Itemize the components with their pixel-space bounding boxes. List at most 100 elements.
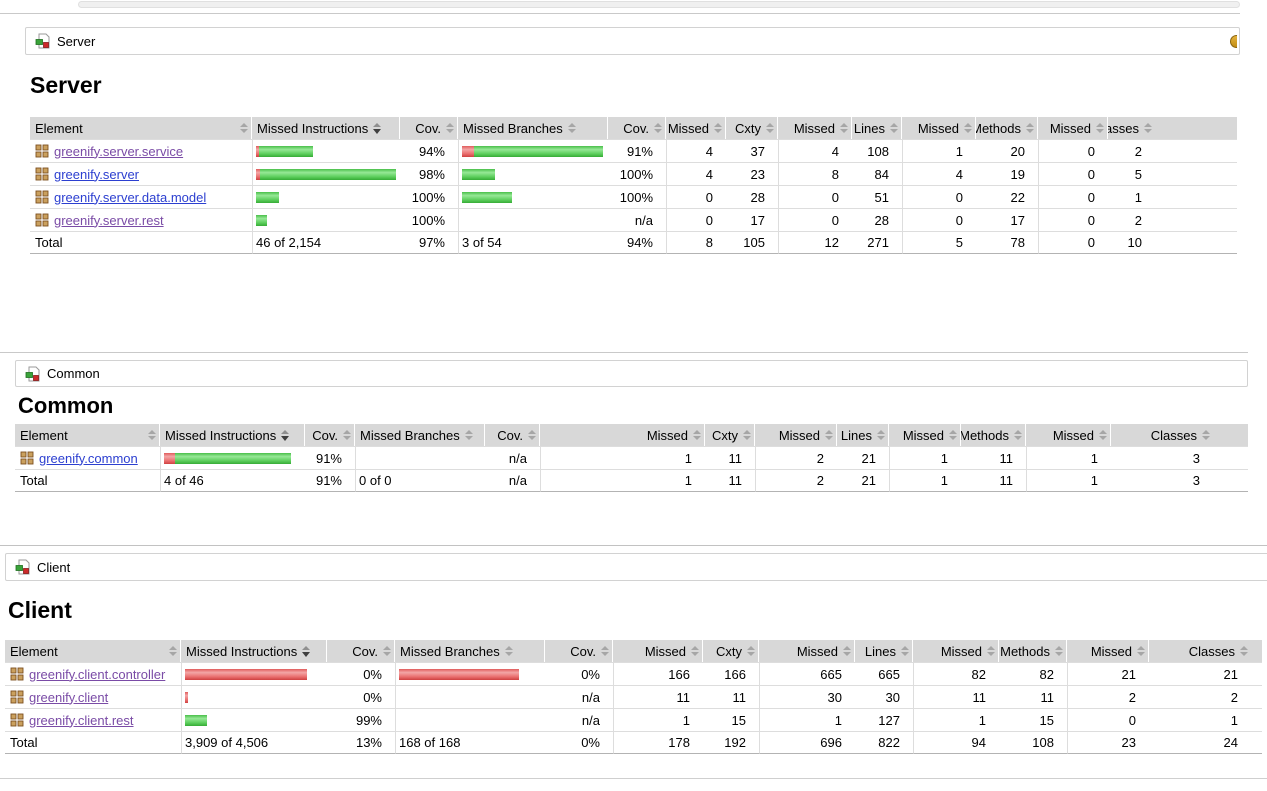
element-cell: greenify.common bbox=[15, 446, 160, 469]
column-header-cxty-6[interactable]: Cxty bbox=[703, 640, 759, 662]
missed-branches-bar bbox=[458, 208, 608, 231]
sort-icon bbox=[825, 430, 833, 440]
column-header-cxty-6[interactable]: Cxty bbox=[705, 424, 755, 446]
column-header-missed-instructions-1[interactable]: Missed Instructions bbox=[252, 117, 400, 139]
sort-icon bbox=[169, 646, 177, 656]
column-header-cov-4[interactable]: Cov. bbox=[608, 117, 666, 139]
table-row: greenify.server.service94%91%43741081200… bbox=[30, 139, 1237, 162]
sort-icon bbox=[1240, 646, 1248, 656]
column-header-methods-10[interactable]: Methods bbox=[961, 424, 1026, 446]
column-header-missed-branches-3[interactable]: Missed Branches bbox=[395, 640, 545, 662]
covered-bar-segment bbox=[474, 146, 603, 157]
column-header-lines-8[interactable]: Lines bbox=[855, 640, 913, 662]
package-link[interactable]: greenify.server.rest bbox=[54, 213, 164, 228]
column-header-missed-9[interactable]: Missed bbox=[889, 424, 961, 446]
column-header-missed-7[interactable]: Missed bbox=[755, 424, 837, 446]
column-header-label: Missed Branches bbox=[400, 644, 500, 659]
column-header-missed-branches-3[interactable]: Missed Branches bbox=[458, 117, 608, 139]
breadcrumb: Common bbox=[15, 360, 1248, 387]
column-header-methods-10[interactable]: Methods bbox=[976, 117, 1038, 139]
column-header-missed-branches-3[interactable]: Missed Branches bbox=[355, 424, 485, 446]
column-header-methods-10[interactable]: Methods bbox=[999, 640, 1067, 662]
top-partial-element bbox=[78, 1, 1240, 8]
column-header-cov-4[interactable]: Cov. bbox=[485, 424, 540, 446]
sort-icon bbox=[964, 123, 972, 133]
column-header-cov-2[interactable]: Cov. bbox=[305, 424, 355, 446]
cell-missed: 0 bbox=[902, 185, 976, 208]
column-header-cxty-6[interactable]: Cxty bbox=[726, 117, 778, 139]
column-header-label: Cxty bbox=[716, 644, 742, 659]
sort-icon bbox=[1137, 646, 1145, 656]
cell-missed: 0 bbox=[778, 208, 852, 231]
column-header-element-0[interactable]: Element bbox=[30, 117, 252, 139]
column-header-lines-8[interactable]: Lines bbox=[837, 424, 889, 446]
package-icon bbox=[35, 167, 49, 181]
total-missed-branches: 0 of 0 bbox=[355, 469, 485, 492]
column-header-missed-instructions-1[interactable]: Missed Instructions bbox=[160, 424, 305, 446]
column-header-missed-7[interactable]: Missed bbox=[759, 640, 855, 662]
column-header-cov-4[interactable]: Cov. bbox=[545, 640, 613, 662]
column-header-label: Cxty bbox=[735, 121, 761, 136]
column-header-label: Cov. bbox=[497, 428, 523, 443]
column-header-cov-2[interactable]: Cov. bbox=[400, 117, 458, 139]
package-link[interactable]: greenify.server.data.model bbox=[54, 190, 206, 205]
missed-branches-bar bbox=[395, 662, 545, 685]
total-label: Total bbox=[30, 231, 252, 254]
column-header-missed-9[interactable]: Missed bbox=[902, 117, 976, 139]
header-row: ElementMissed InstructionsCov.Missed Bra… bbox=[5, 640, 1262, 662]
column-header-label: Lines bbox=[865, 644, 896, 659]
missed-branches-bar bbox=[355, 446, 485, 469]
total-label: Total bbox=[15, 469, 160, 492]
column-header-missed-5[interactable]: Missed bbox=[540, 424, 705, 446]
column-header-missed-9[interactable]: Missed bbox=[913, 640, 999, 662]
sessions-icon-partial[interactable] bbox=[1230, 35, 1237, 48]
divider bbox=[0, 352, 1248, 353]
covered-bar-segment bbox=[260, 169, 396, 180]
covered-bar-segment bbox=[259, 146, 313, 157]
total-missed: 5 bbox=[902, 231, 976, 254]
column-header-classes-12[interactable]: Classes bbox=[1111, 424, 1248, 446]
package-link[interactable]: greenify.common bbox=[39, 451, 138, 466]
table-row: greenify.server.data.model100%100%028051… bbox=[30, 185, 1237, 208]
cell-cxty: 28 bbox=[726, 185, 778, 208]
cell-methods: 11 bbox=[961, 446, 1026, 469]
column-header-missed-11[interactable]: Missed bbox=[1067, 640, 1149, 662]
package-link[interactable]: greenify.client bbox=[29, 690, 108, 705]
instruction-coverage-cell: 91% bbox=[305, 446, 355, 469]
total-missed-instructions: 4 of 46 bbox=[160, 469, 305, 492]
package-link[interactable]: greenify.client.rest bbox=[29, 713, 134, 728]
cell-lines: 665 bbox=[855, 662, 913, 685]
missed-branches-bar bbox=[458, 139, 608, 162]
column-header-cov-2[interactable]: Cov. bbox=[327, 640, 395, 662]
package-link[interactable]: greenify.client.controller bbox=[29, 667, 165, 682]
column-header-missed-7[interactable]: Missed bbox=[778, 117, 852, 139]
column-header-missed-5[interactable]: Missed bbox=[613, 640, 703, 662]
column-header-element-0[interactable]: Element bbox=[15, 424, 160, 446]
column-header-label: Methods bbox=[1000, 644, 1050, 659]
branch-coverage-cell: 91% bbox=[608, 139, 666, 162]
coverage-table-common: ElementMissed InstructionsCov.Missed Bra… bbox=[15, 424, 1248, 492]
breadcrumb: Client bbox=[5, 553, 1267, 581]
column-header-lines-8[interactable]: Lines bbox=[852, 117, 902, 139]
sort-icon bbox=[1202, 430, 1210, 440]
sort-icon bbox=[693, 430, 701, 440]
column-header-missed-instructions-1[interactable]: Missed Instructions bbox=[181, 640, 327, 662]
column-header-label: Missed bbox=[1050, 121, 1091, 136]
column-header-element-0[interactable]: Element bbox=[5, 640, 181, 662]
column-header-missed-5[interactable]: Missed bbox=[666, 117, 726, 139]
column-header-classes-12[interactable]: Classes bbox=[1149, 640, 1262, 662]
coverage-table-server: ElementMissed InstructionsCov.Missed Bra… bbox=[30, 117, 1237, 254]
cell-missed: 0 bbox=[1038, 162, 1108, 185]
cell-missed: 4 bbox=[778, 139, 852, 162]
package-link[interactable]: greenify.server bbox=[54, 167, 139, 182]
column-header-missed-11[interactable]: Missed bbox=[1026, 424, 1111, 446]
cell-missed: 0 bbox=[1038, 208, 1108, 231]
cell-missed: 2 bbox=[1067, 685, 1149, 708]
cell-lines: 108 bbox=[852, 139, 902, 162]
column-header-missed-11[interactable]: Missed bbox=[1038, 117, 1108, 139]
package-link[interactable]: greenify.server.service bbox=[54, 144, 183, 159]
element-cell: greenify.client bbox=[5, 685, 181, 708]
column-header-classes-12[interactable]: Classes bbox=[1108, 117, 1237, 139]
column-header-label: Missed bbox=[903, 428, 944, 443]
covered-bar-segment bbox=[256, 192, 279, 203]
